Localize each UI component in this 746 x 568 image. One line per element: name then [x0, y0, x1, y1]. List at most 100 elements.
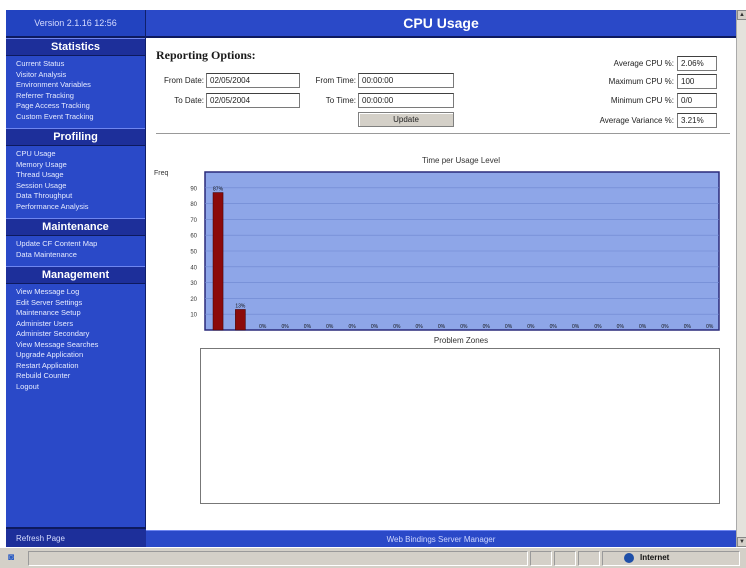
chart-data-label: 0% [527, 324, 535, 330]
cpu-usage-chart: 90 80 70 60 50 40 30 20 10 87% 13% 0% 0% 0% 0% 0% 0% 0% 0%… [190, 171, 720, 331]
from-time-label: From Time: [315, 76, 356, 85]
sidebar-item-upgrade-application[interactable]: Upgrade Application [16, 350, 145, 361]
statistics-list: Current Status Visitor Analysis Environm… [6, 56, 145, 128]
chart-data-label: 0% [617, 324, 625, 330]
sidebar-item-performance-analysis[interactable]: Performance Analysis [16, 202, 145, 213]
internet-zone-label: Internet [640, 553, 670, 562]
update-button[interactable]: Update [358, 112, 454, 127]
to-time-field[interactable] [358, 93, 454, 108]
section-maintenance: Maintenance [6, 218, 145, 236]
chart-bar [235, 309, 246, 331]
sidebar-item-thread-usage[interactable]: Thread Usage [16, 170, 145, 181]
chart-data-label: 0% [416, 324, 424, 330]
section-management: Management [6, 266, 145, 284]
browser-status-bar: ◙ Internet [0, 547, 746, 568]
sidebar-item-view-message-searches[interactable]: View Message Searches [16, 340, 145, 351]
vertical-scrollbar[interactable]: ▲ ▼ [736, 10, 746, 547]
chart-data-label: 0% [639, 324, 647, 330]
chart-y-tick-label: 90 [190, 186, 197, 192]
sidebar-item-current-status[interactable]: Current Status [16, 59, 145, 70]
maximum-cpu-label: Maximum CPU %: [608, 77, 674, 86]
sidebar-item-data-maintenance[interactable]: Data Maintenance [16, 250, 145, 261]
sidebar-item-environment-variables[interactable]: Environment Variables [16, 80, 145, 91]
page-status-icon: ◙ [8, 552, 15, 563]
chart-data-label: 0% [438, 324, 446, 330]
average-cpu-field[interactable] [677, 56, 717, 71]
sidebar-item-restart-application[interactable]: Restart Application [16, 361, 145, 372]
chart-data-label: 0% [572, 324, 580, 330]
average-variance-label: Average Variance %: [599, 116, 674, 125]
average-cpu-label: Average CPU %: [613, 59, 674, 68]
chart-data-label: 0% [393, 324, 401, 330]
minimum-cpu-label: Minimum CPU %: [610, 96, 674, 105]
scroll-up-icon[interactable]: ▲ [737, 10, 746, 20]
version-label: Version 2.1.16 12:56 [6, 10, 145, 38]
chart-y-tick-label: 10 [190, 313, 197, 319]
chart-data-label: 0% [505, 324, 513, 330]
sidebar-item-data-throughput[interactable]: Data Throughput [16, 191, 145, 202]
footer: Web Bindings Server Manager [146, 530, 736, 547]
refresh-page-link[interactable]: Refresh Page [6, 527, 146, 547]
maximum-cpu-field[interactable] [677, 74, 717, 89]
section-profiling: Profiling [6, 128, 145, 146]
section-statistics: Statistics [6, 38, 145, 56]
chart-y-tick-label: 20 [190, 297, 197, 303]
chart-data-label: 13% [235, 303, 246, 309]
from-time-field[interactable] [358, 73, 454, 88]
chart-y-tick-label: 40 [190, 265, 197, 271]
chart-y-tick-label: 60 [190, 234, 197, 240]
chart-data-label: 87% [213, 187, 224, 193]
management-list: View Message Log Edit Server Settings Ma… [6, 284, 145, 398]
sidebar-item-cpu-usage[interactable]: CPU Usage [16, 149, 145, 160]
status-cell-1 [530, 551, 552, 566]
sidebar-item-view-message-log[interactable]: View Message Log [16, 287, 145, 298]
status-cell-3 [578, 551, 600, 566]
sidebar-item-edit-server-settings[interactable]: Edit Server Settings [16, 298, 145, 309]
internet-zone-icon [624, 553, 634, 563]
sidebar-item-administer-users[interactable]: Administer Users [16, 319, 145, 330]
chart-data-label: 0% [259, 324, 267, 330]
profiling-list: CPU Usage Memory Usage Thread Usage Sess… [6, 146, 145, 218]
sidebar-item-session-usage[interactable]: Session Usage [16, 181, 145, 192]
chart-data-label: 0% [594, 324, 602, 330]
average-variance-field[interactable] [677, 113, 717, 128]
chart-data-label: 0% [281, 324, 289, 330]
chart-data-label: 0% [661, 324, 669, 330]
chart-y-tick-label: 70 [190, 218, 197, 224]
chart-data-label: 0% [304, 324, 312, 330]
scroll-down-icon[interactable]: ▼ [737, 537, 746, 547]
chart-data-label: 0% [348, 324, 356, 330]
security-zone-cell [602, 551, 740, 566]
sidebar-item-logout[interactable]: Logout [16, 382, 145, 393]
to-time-label: To Time: [325, 96, 356, 105]
sidebar-item-visitor-analysis[interactable]: Visitor Analysis [16, 70, 145, 81]
sidebar-item-memory-usage[interactable]: Memory Usage [16, 160, 145, 171]
chart-data-label: 0% [460, 324, 468, 330]
to-date-label: To Date: [174, 96, 204, 105]
sidebar-item-maintenance-setup[interactable]: Maintenance Setup [16, 308, 145, 319]
maintenance-list: Update CF Content Map Data Maintenance [6, 236, 145, 266]
minimum-cpu-field[interactable] [677, 93, 717, 108]
status-text-cell [28, 551, 528, 566]
sidebar-item-custom-event-tracking[interactable]: Custom Event Tracking [16, 112, 145, 123]
to-date-field[interactable] [206, 93, 300, 108]
sidebar-item-rebuild-counter[interactable]: Rebuild Counter [16, 371, 145, 382]
from-date-field[interactable] [206, 73, 300, 88]
options-divider [156, 133, 730, 134]
page-title: CPU Usage [146, 10, 736, 38]
chart-data-label: 0% [684, 324, 692, 330]
chart-data-label: 0% [550, 324, 558, 330]
chart-y-tick-label: 30 [190, 281, 197, 287]
status-cell-2 [554, 551, 576, 566]
sidebar-item-administer-secondary[interactable]: Administer Secondary [16, 329, 145, 340]
chart-data-label: 0% [706, 324, 714, 330]
sidebar-item-referrer-tracking[interactable]: Referrer Tracking [16, 91, 145, 102]
app-window: Version 2.1.16 12:56 Statistics Current … [0, 0, 746, 568]
chart-data-label: 0% [483, 324, 491, 330]
problem-zones-panel [200, 348, 720, 504]
sidebar-item-page-access-tracking[interactable]: Page Access Tracking [16, 101, 145, 112]
reporting-options-title: Reporting Options: [156, 48, 256, 62]
chart-data-label: 0% [326, 324, 334, 330]
sidebar-item-update-content-map[interactable]: Update CF Content Map [16, 239, 145, 250]
sidebar: Version 2.1.16 12:56 Statistics Current … [6, 10, 146, 547]
